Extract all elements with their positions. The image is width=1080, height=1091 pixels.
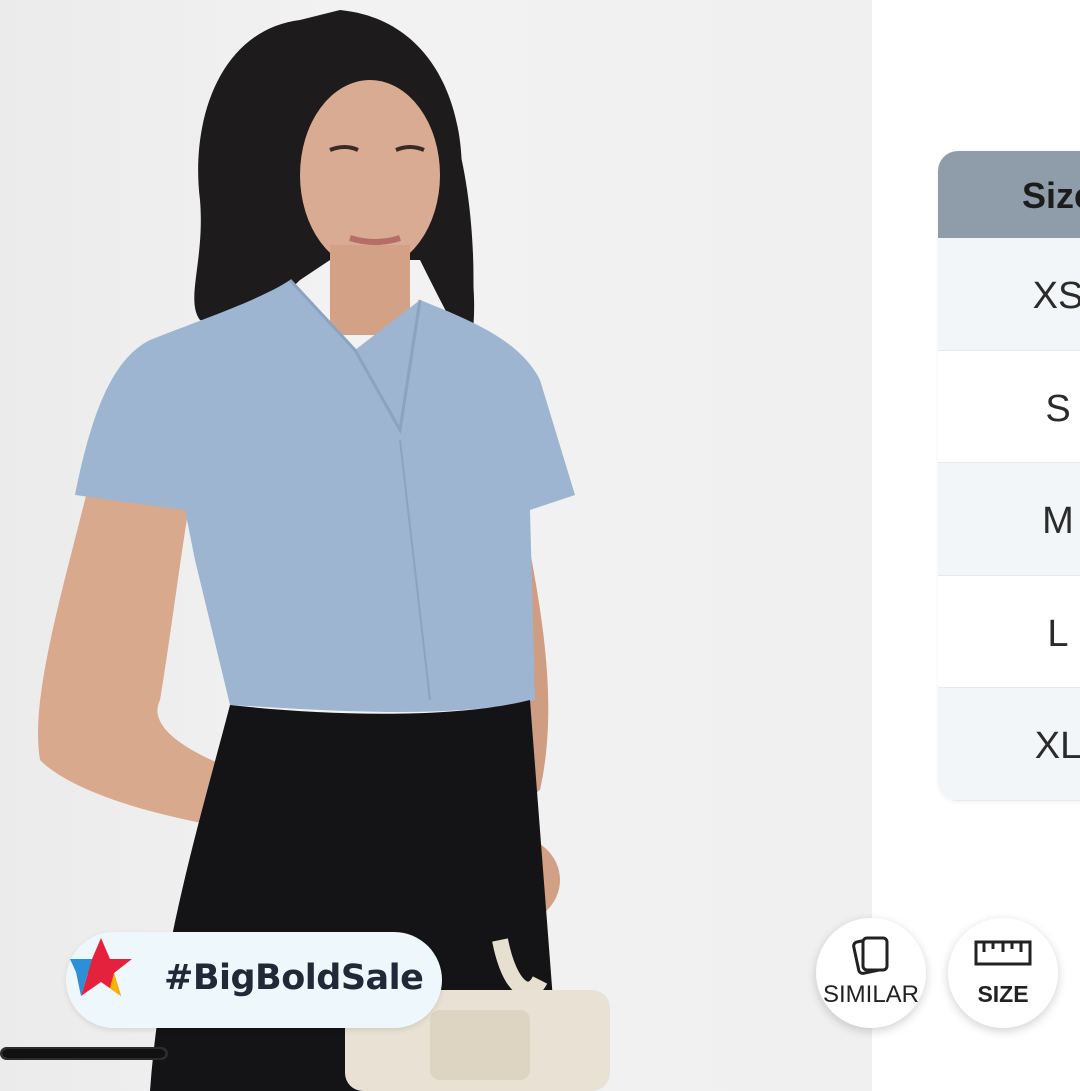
model-photo	[38, 10, 610, 1091]
size-row[interactable]: S	[938, 350, 1080, 463]
similar-cards-icon	[852, 936, 889, 975]
size-row[interactable]: XS	[938, 238, 1080, 351]
size-label: SIZE	[977, 981, 1029, 1007]
sale-star-icon	[70, 938, 132, 996]
similar-label: SIMILAR	[822, 981, 920, 1008]
carousel-progress-fill	[2, 1049, 166, 1058]
sale-banner[interactable]: #BigBoldSale	[66, 932, 442, 1028]
size-row[interactable]: L	[938, 575, 1080, 688]
carousel-progress	[0, 1047, 168, 1060]
size-value: XL	[1034, 725, 1080, 767]
size-guide-button[interactable]: SIZE	[948, 918, 1058, 1028]
size-value: M	[1042, 500, 1074, 542]
size-row[interactable]: XL	[938, 688, 1080, 801]
size-chart-header: Size	[938, 151, 1080, 238]
size-value: S	[1045, 387, 1071, 430]
size-chart: Size XS S M L XL	[938, 151, 1080, 801]
similar-button[interactable]: SIMILAR	[816, 918, 926, 1028]
size-row[interactable]: M	[938, 463, 1080, 576]
size-column-header: Size	[1022, 175, 1080, 216]
size-value: L	[1047, 612, 1069, 655]
product-image[interactable]: #BigBoldSale	[0, 0, 872, 1091]
sale-hashtag: #BigBoldSale	[164, 958, 424, 998]
ruler-icon	[974, 940, 1032, 966]
size-value: XS	[1032, 275, 1080, 317]
